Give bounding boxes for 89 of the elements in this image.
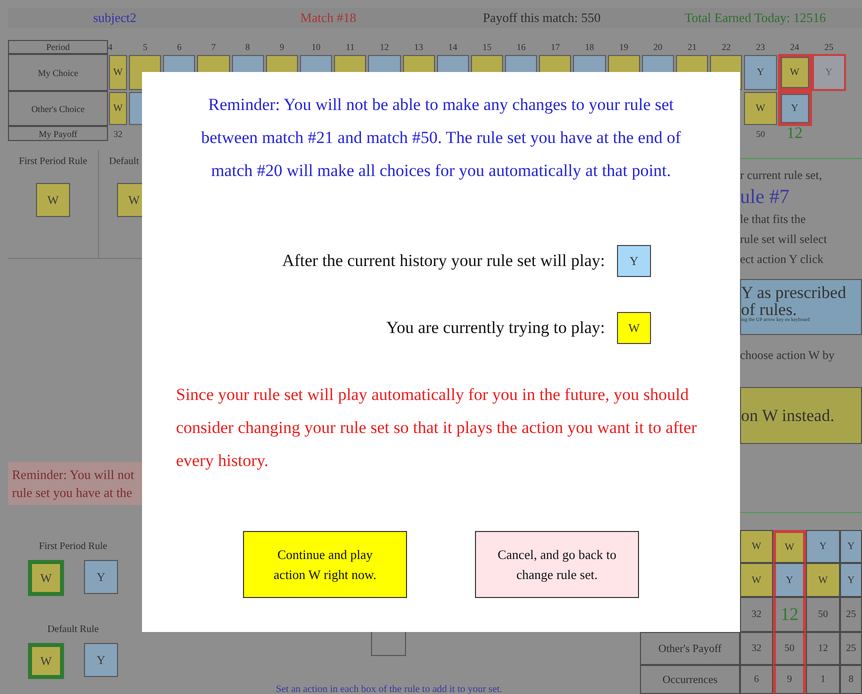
- choice-cell: W: [743, 91, 778, 126]
- choice-cell: W: [740, 563, 773, 597]
- action-option[interactable]: W: [28, 643, 64, 679]
- period-number: 8: [244, 41, 251, 54]
- period-number: 17: [550, 41, 561, 54]
- continue-button[interactable]: Continue and play action W right now.: [243, 531, 407, 598]
- row-label: Other's Payoff: [640, 632, 740, 665]
- period-number: 15: [481, 41, 492, 54]
- period-number: 13: [413, 41, 424, 54]
- payoff-value: 12: [786, 126, 804, 141]
- period-number: 20: [652, 41, 664, 54]
- action-option[interactable]: Y: [84, 560, 118, 594]
- instruction-text: Set an action in each box of the rule to add it to your set.: [276, 684, 502, 694]
- row-label: Other's Choice: [8, 91, 108, 126]
- rule-label: First Period Rule: [18, 156, 88, 167]
- period-number: 12: [378, 41, 390, 54]
- period-number: 18: [584, 41, 596, 54]
- match-payoff: Payoff this match: 550: [482, 10, 602, 26]
- period-number: 21: [686, 41, 698, 54]
- rule-label: First Period Rule: [38, 541, 108, 552]
- action-box: Y: [617, 245, 651, 277]
- table-cell: 25: [840, 632, 862, 665]
- table-cell: 9: [773, 665, 806, 694]
- row-label: My Choice: [8, 54, 108, 91]
- dialog-warning: Since your rule set will play automatically for you in the future, you should consider changing your rule set so that it plays the action you want it to after every history.: [176, 384, 698, 472]
- rule-label: Default: [109, 156, 139, 167]
- reminder-text: Reminder: You will not: [12, 466, 136, 484]
- table-cell: 32: [740, 632, 773, 665]
- table-cell: 50: [773, 632, 806, 665]
- choice-cell: W: [773, 530, 806, 563]
- dialog-reminder: Reminder: You will not be able to make any changes to your rule set between match #21 and match #50. The rule set you have at the end of match #20 will make all choices for you automatically at that point.: [200, 94, 682, 182]
- other-action-button[interactable]: on W instead.: [740, 387, 862, 444]
- period-number: 9: [278, 41, 286, 54]
- subject-name: subject2: [92, 10, 138, 26]
- table-cell: 50: [806, 597, 840, 632]
- choice-cell: Y: [840, 563, 862, 597]
- choice-cell: Y: [743, 54, 778, 91]
- period-number: 24: [789, 41, 800, 54]
- choice-cell: Y: [773, 563, 806, 597]
- play-label: After the current history your rule set will play:: [282, 251, 605, 271]
- period-number: 10: [310, 41, 322, 54]
- choice-cell: Y: [778, 91, 812, 126]
- choice-cell: W: [806, 563, 840, 597]
- payoff-value: 32: [112, 128, 124, 140]
- period-number: 14: [447, 41, 458, 54]
- payoff-value: 50: [754, 128, 766, 140]
- reminder-text: rule set you have at the: [12, 484, 134, 502]
- period-number: 5: [142, 41, 148, 54]
- period-number: 4: [108, 41, 114, 54]
- table-cell: 12: [773, 597, 806, 632]
- choice-cell: Y: [806, 530, 840, 563]
- row-label: Occurrences: [640, 665, 740, 694]
- period-number: 16: [516, 41, 527, 54]
- table-cell: 12: [806, 632, 840, 665]
- period-number: 19: [618, 41, 630, 54]
- rule-label: Default Rule: [47, 624, 99, 635]
- table-cell: 8: [840, 665, 862, 694]
- choice-cell: W: [740, 530, 773, 563]
- action-option[interactable]: W: [28, 560, 64, 596]
- choice-cell: Y: [840, 530, 862, 563]
- total-earned: Total Earned Today: 12516: [684, 10, 827, 26]
- choice-cell: W: [778, 54, 812, 91]
- play-label: You are currently trying to play:: [386, 318, 605, 338]
- panel-text: choose action W by: [740, 347, 836, 364]
- panel-text: r current rule set,: [740, 167, 823, 184]
- choice-cell: W: [108, 91, 128, 126]
- choice-cell: W: [108, 54, 128, 91]
- panel-text: ect action Y click: [740, 251, 824, 268]
- period-number: 7: [210, 41, 217, 54]
- table-cell: 6: [740, 665, 773, 694]
- row-label: My Payoff: [8, 126, 108, 141]
- choice-cell: Y: [812, 54, 846, 91]
- action-box: W: [617, 312, 651, 344]
- action-option[interactable]: Y: [84, 643, 118, 677]
- cancel-button[interactable]: Cancel, and go back to change rule set.: [475, 531, 639, 598]
- row-label: Period: [8, 40, 108, 54]
- table-cell: 32: [740, 597, 773, 632]
- action-box[interactable]: W: [36, 183, 70, 217]
- rule-name: ule #7: [740, 185, 790, 209]
- match-number: Match #18: [299, 10, 358, 26]
- panel-text: le that fits the: [740, 211, 807, 228]
- period-number: 23: [754, 41, 766, 54]
- period-number: 6: [176, 41, 183, 54]
- panel-text: rule set will select: [740, 231, 828, 248]
- period-number: 25: [823, 41, 834, 54]
- table-cell: 1: [806, 665, 840, 694]
- period-number: 22: [720, 41, 732, 54]
- table-cell: 25: [840, 597, 862, 632]
- period-number: 11: [344, 41, 356, 54]
